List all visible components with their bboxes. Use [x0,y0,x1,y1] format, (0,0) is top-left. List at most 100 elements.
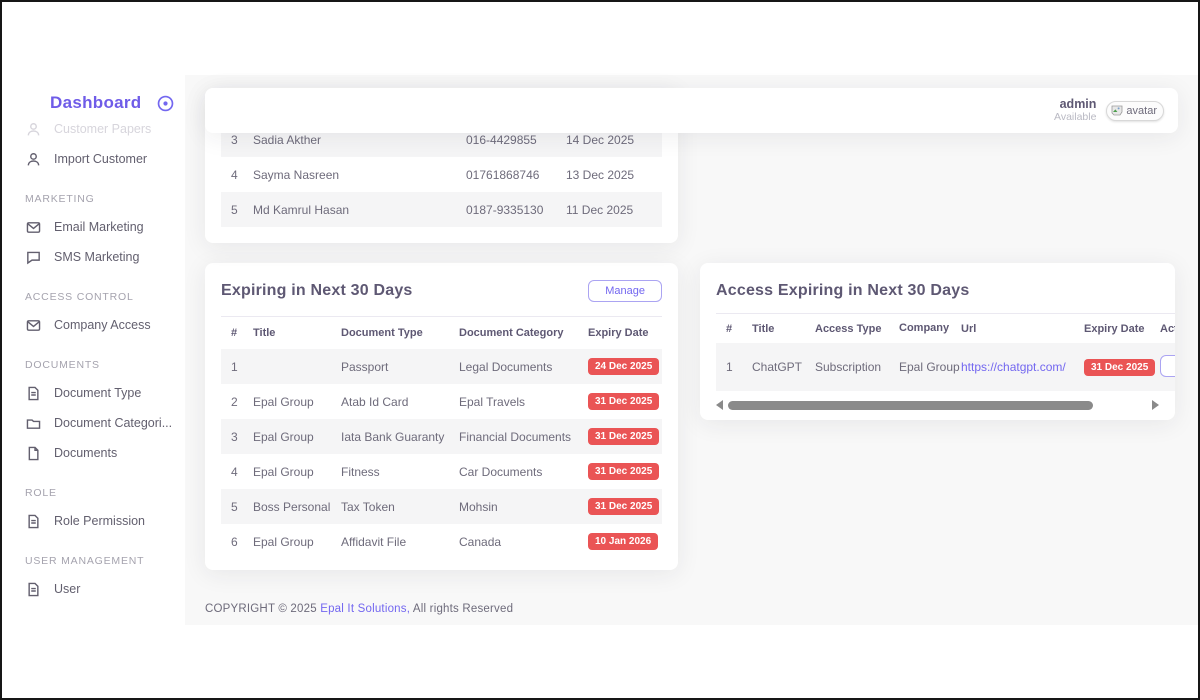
expiry-badge: 31 Dec 2025 [588,428,659,445]
sidebar-item-label: Document Categori... [54,416,172,430]
rights-text: All rights Reserved [413,603,513,615]
cell-doc-category: Canada [459,535,588,549]
broken-image-icon [1111,105,1123,116]
cell-action [1160,355,1175,380]
sidebar: Dashboard Customer Papers Import Custome… [2,2,185,698]
cell-num: 3 [221,430,253,444]
sidebar-item-document-type[interactable]: Document Type [2,378,185,408]
table-row: 5 Boss Personal Tax Token Mohsin 31 Dec … [221,489,662,524]
col-title: Title [253,327,341,339]
scrollbar-thumb[interactable] [728,401,1093,410]
sidebar-item-import-customer[interactable]: Import Customer [2,144,185,174]
avatar[interactable]: avatar [1106,101,1164,121]
col-action: Action [1160,323,1175,335]
sidebar-toggle-icon[interactable] [156,94,175,113]
col-doc-type: Document Type [341,327,459,339]
table-row: 2 Epal Group Atab Id Card Epal Travels 3… [221,384,662,419]
cell-num: 3 [221,133,253,147]
file-text-icon [25,581,42,598]
scroll-left-icon[interactable] [716,400,723,410]
cell-num: 4 [221,168,253,182]
expiry-badge: 10 Jan 2026 [588,533,658,550]
col-expiry-date: Expiry Date [1084,323,1160,335]
scroll-right-icon[interactable] [1152,400,1159,410]
cell-doc-category: Car Documents [459,465,588,479]
col-access-type: Access Type [815,323,899,335]
cell-doc-type: Iata Bank Guaranty [341,430,459,444]
card-title: Expiring in Next 30 Days [221,282,413,300]
access-table-viewport: # Title Access Type Company Url Expiry D… [716,303,1175,391]
col-url: Url [961,323,1084,335]
sidebar-item-email-marketing[interactable]: Email Marketing [2,212,185,242]
expiry-badge: 24 Dec 2025 [588,358,659,375]
expiry-badge: 31 Dec 2025 [588,393,659,410]
table-row: 4 Sayma Nasreen 01761868746 13 Dec 2025 [221,157,662,192]
cell-title: Epal Group [253,430,341,444]
sidebar-item-company-access[interactable]: Company Access [2,310,185,340]
cell-date: 13 Dec 2025 [566,168,662,182]
sidebar-item-label: Documents [54,446,117,460]
cell-doc-type: Passport [341,360,459,374]
file-text-icon [25,385,42,402]
cell-num: 5 [221,203,253,217]
cell-expiry-date: 31 Dec 2025 [588,393,662,410]
action-button[interactable] [1160,355,1175,377]
expiry-badge: 31 Dec 2025 [588,463,659,480]
col-doc-category: Document Category [459,327,588,339]
table-header-row: # Title Access Type Company Url Expiry D… [716,313,1175,343]
cell-doc-type: Affidavit File [341,535,459,549]
cell-title: Epal Group [253,395,341,409]
cell-num: 2 [221,395,253,409]
sidebar-section-role: ROLE [2,481,185,499]
cell-doc-category: Epal Travels [459,395,588,409]
cell-doc-type: Fitness [341,465,459,479]
folder-icon [25,415,42,432]
sidebar-item-user[interactable]: User [2,574,185,604]
user-info: admin Available [1054,97,1096,124]
scrollbar-track[interactable] [728,401,1147,410]
sidebar-item-label: Customer Papers [54,122,151,136]
sidebar-item-document-categories[interactable]: Document Categori... [2,408,185,438]
cell-name: Sayma Nasreen [253,168,466,182]
col-num: # [716,323,752,335]
cell-title: ChatGPT [752,360,815,374]
table-row: 5 Md Kamrul Hasan 0187-9335130 11 Dec 20… [221,192,662,227]
cell-num: 4 [221,465,253,479]
cell-expiry-date: 24 Dec 2025 [588,358,662,375]
sidebar-section-access-control: ACCESS CONTROL [2,285,185,303]
cell-expiry-date: 31 Dec 2025 [588,498,662,515]
top-navbar: admin Available avatar [205,88,1178,133]
cell-doc-category: Financial Documents [459,430,588,444]
cell-doc-category: Legal Documents [459,360,588,374]
manage-button[interactable]: Manage [588,280,662,302]
main-content: admin Available avatar 3 Sadia Akther 01… [185,75,1198,625]
expiry-badge: 31 Dec 2025 [1084,359,1155,376]
footer-link[interactable]: Epal It Solutions, [320,603,410,615]
footer: COPYRIGHT © 2025 Epal It Solutions, All … [205,603,513,615]
cell-expiry-date: 31 Dec 2025 [588,428,662,445]
app-window: Dashboard Customer Papers Import Custome… [0,0,1200,700]
table-header-row: # Title Document Type Document Category … [221,316,662,349]
mail-icon [25,317,42,334]
cell-expiry-date: 10 Jan 2026 [588,533,662,550]
cell-phone: 01761868746 [466,168,566,182]
cell-date: 11 Dec 2025 [566,203,662,217]
cell-phone: 016-4429855 [466,133,566,147]
table-row: 6 Epal Group Affidavit File Canada 10 Ja… [221,524,662,559]
person-icon [25,151,42,168]
avatar-alt-text: avatar [1126,105,1157,117]
cell-title: Epal Group [253,535,341,549]
table-row: 1 Passport Legal Documents 24 Dec 2025 [221,349,662,384]
sidebar-section-marketing: MARKETING [2,187,185,205]
cell-num: 5 [221,500,253,514]
sidebar-item-sms-marketing[interactable]: SMS Marketing [2,242,185,272]
chat-icon [25,249,42,266]
url-link[interactable]: https://chatgpt.com/ [961,360,1066,374]
col-title: Title [752,323,815,335]
cell-company: Epal Group [899,360,961,375]
sidebar-item-role-permission[interactable]: Role Permission [2,506,185,536]
cell-doc-type: Atab Id Card [341,395,459,409]
sidebar-item-documents[interactable]: Documents [2,438,185,468]
cell-doc-type: Tax Token [341,500,459,514]
sidebar-item-customer-papers[interactable]: Customer Papers [2,114,185,144]
